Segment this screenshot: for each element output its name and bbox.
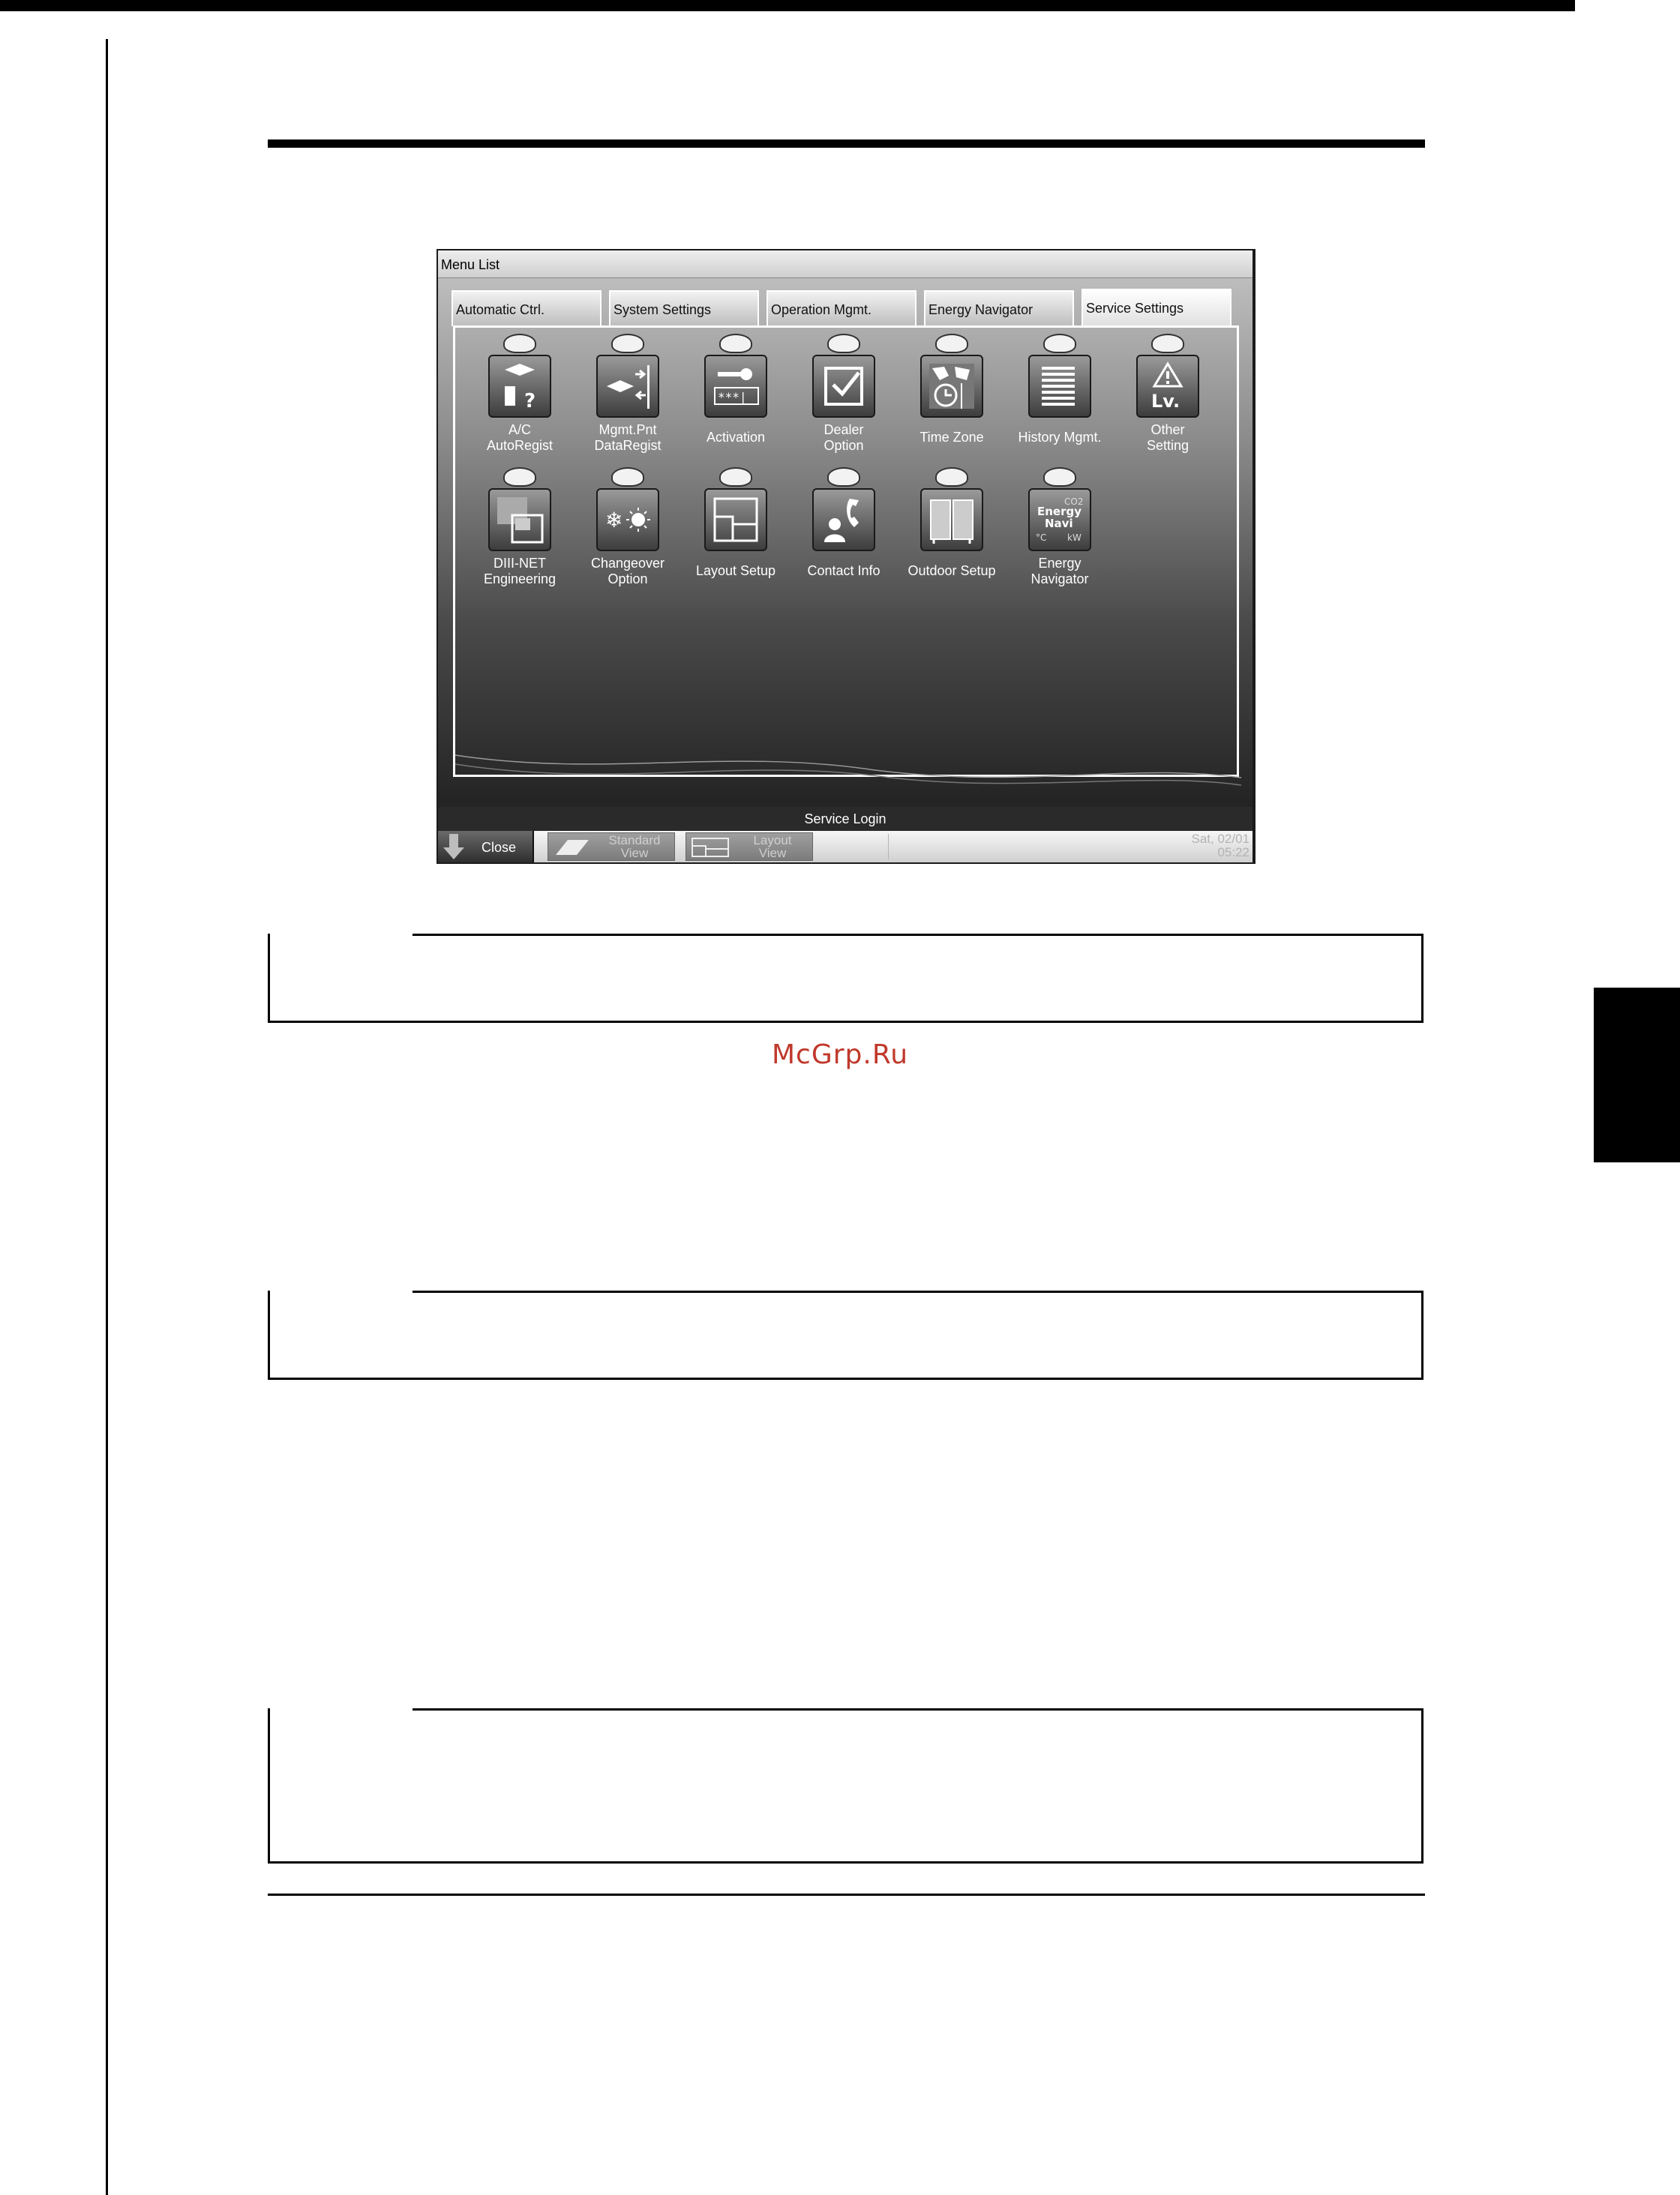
badge-hanger [1043, 467, 1076, 487]
note-box-notch [270, 1291, 412, 1293]
energy-icon-line2: Navi [1045, 517, 1073, 530]
tab-energy-navigator[interactable]: Energy Navigator [924, 290, 1074, 326]
tab-service-settings[interactable]: Service Settings [1082, 289, 1232, 328]
changeover-option-button[interactable]: ❄ Changeover Option [579, 467, 676, 595]
outdoor-unit-icon [920, 488, 983, 551]
watermark: McGrp.Ru [771, 1039, 909, 1070]
close-label: Close [482, 840, 517, 855]
layout-icon [704, 488, 767, 551]
energy-icon-unit-kw: kW [1067, 532, 1082, 543]
energy-navi-icon: CO2 Energy Navi °C kW [1028, 488, 1091, 551]
layout-view-label: Layout View [753, 833, 792, 860]
note-box [268, 1708, 1424, 1864]
time-zone-button[interactable]: Time Zone [903, 334, 1000, 461]
badge-hanger [1151, 334, 1184, 353]
chapter-side-tab [1594, 988, 1680, 1162]
ac-autoregist-label: A/C AutoRegist [486, 422, 554, 453]
badge-hanger [611, 334, 644, 353]
badge-hanger [503, 334, 536, 353]
standard-view-icon [556, 840, 589, 855]
note-box-notch [270, 934, 412, 936]
badge-hanger [827, 334, 860, 353]
mgmt-pnt-dataregist-label: Mgmt.Pnt DataRegist [594, 422, 662, 453]
world-clock-icon [920, 355, 983, 418]
warning-level-icon: Lv. [1136, 355, 1199, 418]
tab-system-settings[interactable]: System Settings [609, 290, 759, 326]
mgmt-pnt-dataregist-icon [596, 355, 659, 418]
history-mgmt-button[interactable]: History Mgmt. [1011, 334, 1108, 461]
badge-hanger [719, 334, 752, 353]
history-icon [1028, 355, 1091, 418]
top-rule [0, 0, 1575, 11]
other-setting-button[interactable]: Lv. Other Setting [1119, 334, 1216, 461]
diii-net-engineering-button[interactable]: DIII-NET Engineering [471, 467, 568, 595]
section-heading-rule [268, 139, 1425, 148]
standard-view-label: Standard View [608, 833, 661, 860]
ac-autoregist-button[interactable]: ? A/C AutoRegist [471, 334, 568, 461]
close-button[interactable]: Close [438, 831, 534, 862]
badge-hanger [827, 467, 860, 487]
tab-operation-mgmt[interactable]: Operation Mgmt. [766, 290, 916, 326]
decorative-wave [455, 754, 1241, 786]
mgmt-pnt-dataregist-button[interactable]: Mgmt.Pnt DataRegist [579, 334, 676, 461]
changeover-icon: ❄ [596, 488, 659, 551]
outdoor-setup-label: Outdoor Setup [908, 563, 996, 578]
history-mgmt-label: History Mgmt. [1018, 430, 1102, 445]
changeover-option-label: Changeover Option [590, 556, 665, 586]
menu-list-screenshot: Menu List Automatic Ctrl. System Setting… [436, 249, 1256, 864]
contact-info-button[interactable]: Contact Info [795, 467, 892, 595]
svg-text:❄: ❄ [605, 508, 622, 532]
service-settings-panel: ? A/C AutoRegist Mgmt.Pnt DataRegist ***… [453, 325, 1241, 786]
note-box-notch [270, 1708, 412, 1711]
time-text: 05:22 [1217, 845, 1250, 859]
svg-text:?: ? [524, 390, 536, 412]
dealer-option-label: Dealer Option [824, 422, 864, 453]
other-setting-label: Other Setting [1146, 422, 1190, 453]
network-engineering-icon [488, 488, 551, 551]
energy-navigator-label: Energy Navigator [1030, 556, 1089, 586]
key-icon: ***| [704, 355, 767, 418]
diii-net-engineering-label: DIII-NET Engineering [483, 556, 556, 586]
status-text: Service Login [804, 811, 886, 826]
time-zone-label: Time Zone [920, 430, 984, 445]
badge-hanger [719, 467, 752, 487]
outdoor-setup-button[interactable]: Outdoor Setup [903, 467, 1000, 595]
bottom-rule [268, 1894, 1425, 1896]
activation-icon-text: ***| [718, 390, 747, 404]
phone-contact-icon [812, 488, 875, 551]
status-bar: Service Login [438, 807, 1252, 831]
tab-automatic-ctrl[interactable]: Automatic Ctrl. [452, 290, 602, 326]
note-box [268, 1291, 1424, 1380]
standard-view-button[interactable]: Standard View [548, 832, 675, 861]
layout-view-button[interactable]: Layout View [686, 832, 813, 861]
layout-setup-button[interactable]: Layout Setup [687, 467, 784, 595]
activation-button[interactable]: ***| Activation [687, 334, 784, 461]
date-text: Sat, 02/01 [1191, 832, 1250, 846]
toolbar-divider [888, 834, 889, 859]
badge-hanger [503, 467, 536, 487]
activation-label: Activation [706, 430, 766, 445]
contact-info-label: Contact Info [807, 563, 880, 578]
window-titlebar: Menu List [438, 250, 1252, 278]
energy-navigator-button[interactable]: CO2 Energy Navi °C kW Energy Navigator [1011, 467, 1108, 595]
bottom-toolbar: Close Standard View Layout View Sat, 02/… [438, 831, 1252, 862]
badge-hanger [1043, 334, 1076, 353]
ac-autoregist-icon: ? [488, 355, 551, 418]
badge-hanger [935, 467, 968, 487]
note-box [268, 934, 1424, 1023]
badge-hanger [935, 334, 968, 353]
left-margin-line [106, 39, 108, 2195]
dealer-option-button[interactable]: Dealer Option [795, 334, 892, 461]
layout-view-icon [692, 838, 729, 857]
other-icon-text: Lv. [1151, 391, 1180, 412]
checkbox-icon [812, 355, 875, 418]
energy-icon-unit-c: °C [1036, 532, 1046, 543]
badge-hanger [611, 467, 644, 487]
down-arrow-icon [443, 834, 464, 859]
window-title: Menu List [441, 257, 500, 272]
datetime-display: Sat, 02/01 05:22 [1191, 832, 1250, 859]
layout-setup-label: Layout Setup [695, 563, 776, 578]
